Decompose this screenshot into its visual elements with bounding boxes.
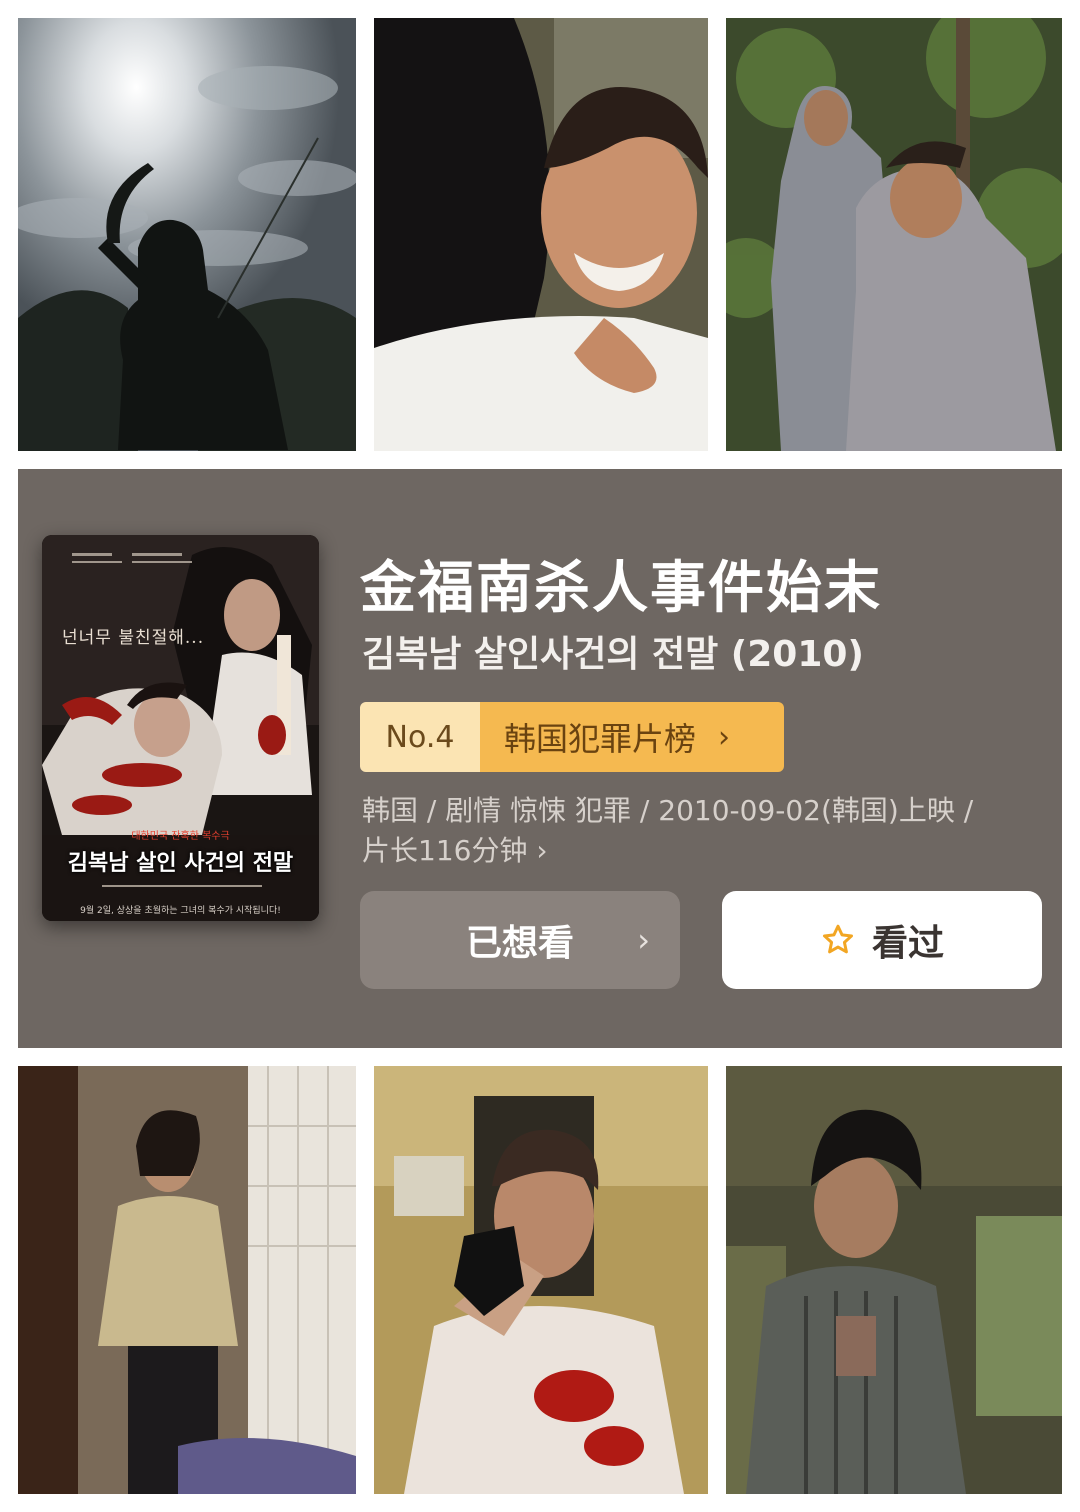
chevron-right-icon: › — [637, 921, 650, 959]
movie-poster[interactable]: 넌너무 불친절해... 대한민국 잔혹한 복수극 김복남 살인 사건의 전말 9… — [42, 535, 319, 921]
movie-info-card: 넌너무 불친절해... 대한민국 잔혹한 복수극 김복남 살인 사건의 전말 9… — [18, 469, 1062, 1048]
still-two-men-forest[interactable] — [726, 18, 1062, 451]
poster-date-line: 9월 2일, 상상을 초월하는 그녀의 복수가 시작됩니다! — [80, 906, 281, 916]
poster-subtitle: 대한민국 잔혹한 복수극 — [131, 831, 230, 842]
still-smiling-embrace[interactable] — [374, 18, 708, 451]
still-silhouette-sickle[interactable] — [18, 18, 356, 451]
chevron-right-icon: › — [718, 719, 731, 755]
still-woman-doorway[interactable] — [18, 1066, 356, 1494]
movie-original-title: 김복남 살인사건의 전말 (2010) — [362, 634, 864, 675]
still-man-in-vest[interactable] — [726, 1066, 1062, 1494]
want-to-watch-button[interactable]: 已想看 › — [360, 891, 680, 989]
star-outline-icon — [822, 924, 853, 954]
meta-line-2: 片长116分钟 › — [362, 834, 548, 867]
ranking-badge[interactable]: No.4 韩国犯罪片榜 › — [360, 702, 784, 772]
still-man-with-gun[interactable] — [374, 1066, 708, 1494]
meta-line-1: 韩国 / 剧情 惊悚 犯罪 / 2010-09-02(韩国)上映 / — [362, 794, 974, 827]
movie-meta[interactable]: 韩国 / 剧情 惊悚 犯罪 / 2010-09-02(韩国)上映 / 片长116… — [362, 791, 1034, 871]
rank-list-name: 韩国犯罪片榜 — [504, 720, 697, 758]
rank-list-link[interactable]: 韩国犯罪片榜 › — [480, 702, 784, 772]
want-label: 已想看 — [465, 923, 574, 964]
poster-title: 김복남 살인 사건의 전말 — [67, 851, 294, 876]
watched-label: 看过 — [871, 923, 944, 964]
movie-title: 金福南杀人事件始末 — [360, 556, 882, 621]
poster-tagline: 넌너무 불친절해... — [62, 628, 205, 648]
rank-number: No.4 — [360, 702, 480, 772]
watched-button[interactable]: 看过 — [722, 891, 1042, 989]
